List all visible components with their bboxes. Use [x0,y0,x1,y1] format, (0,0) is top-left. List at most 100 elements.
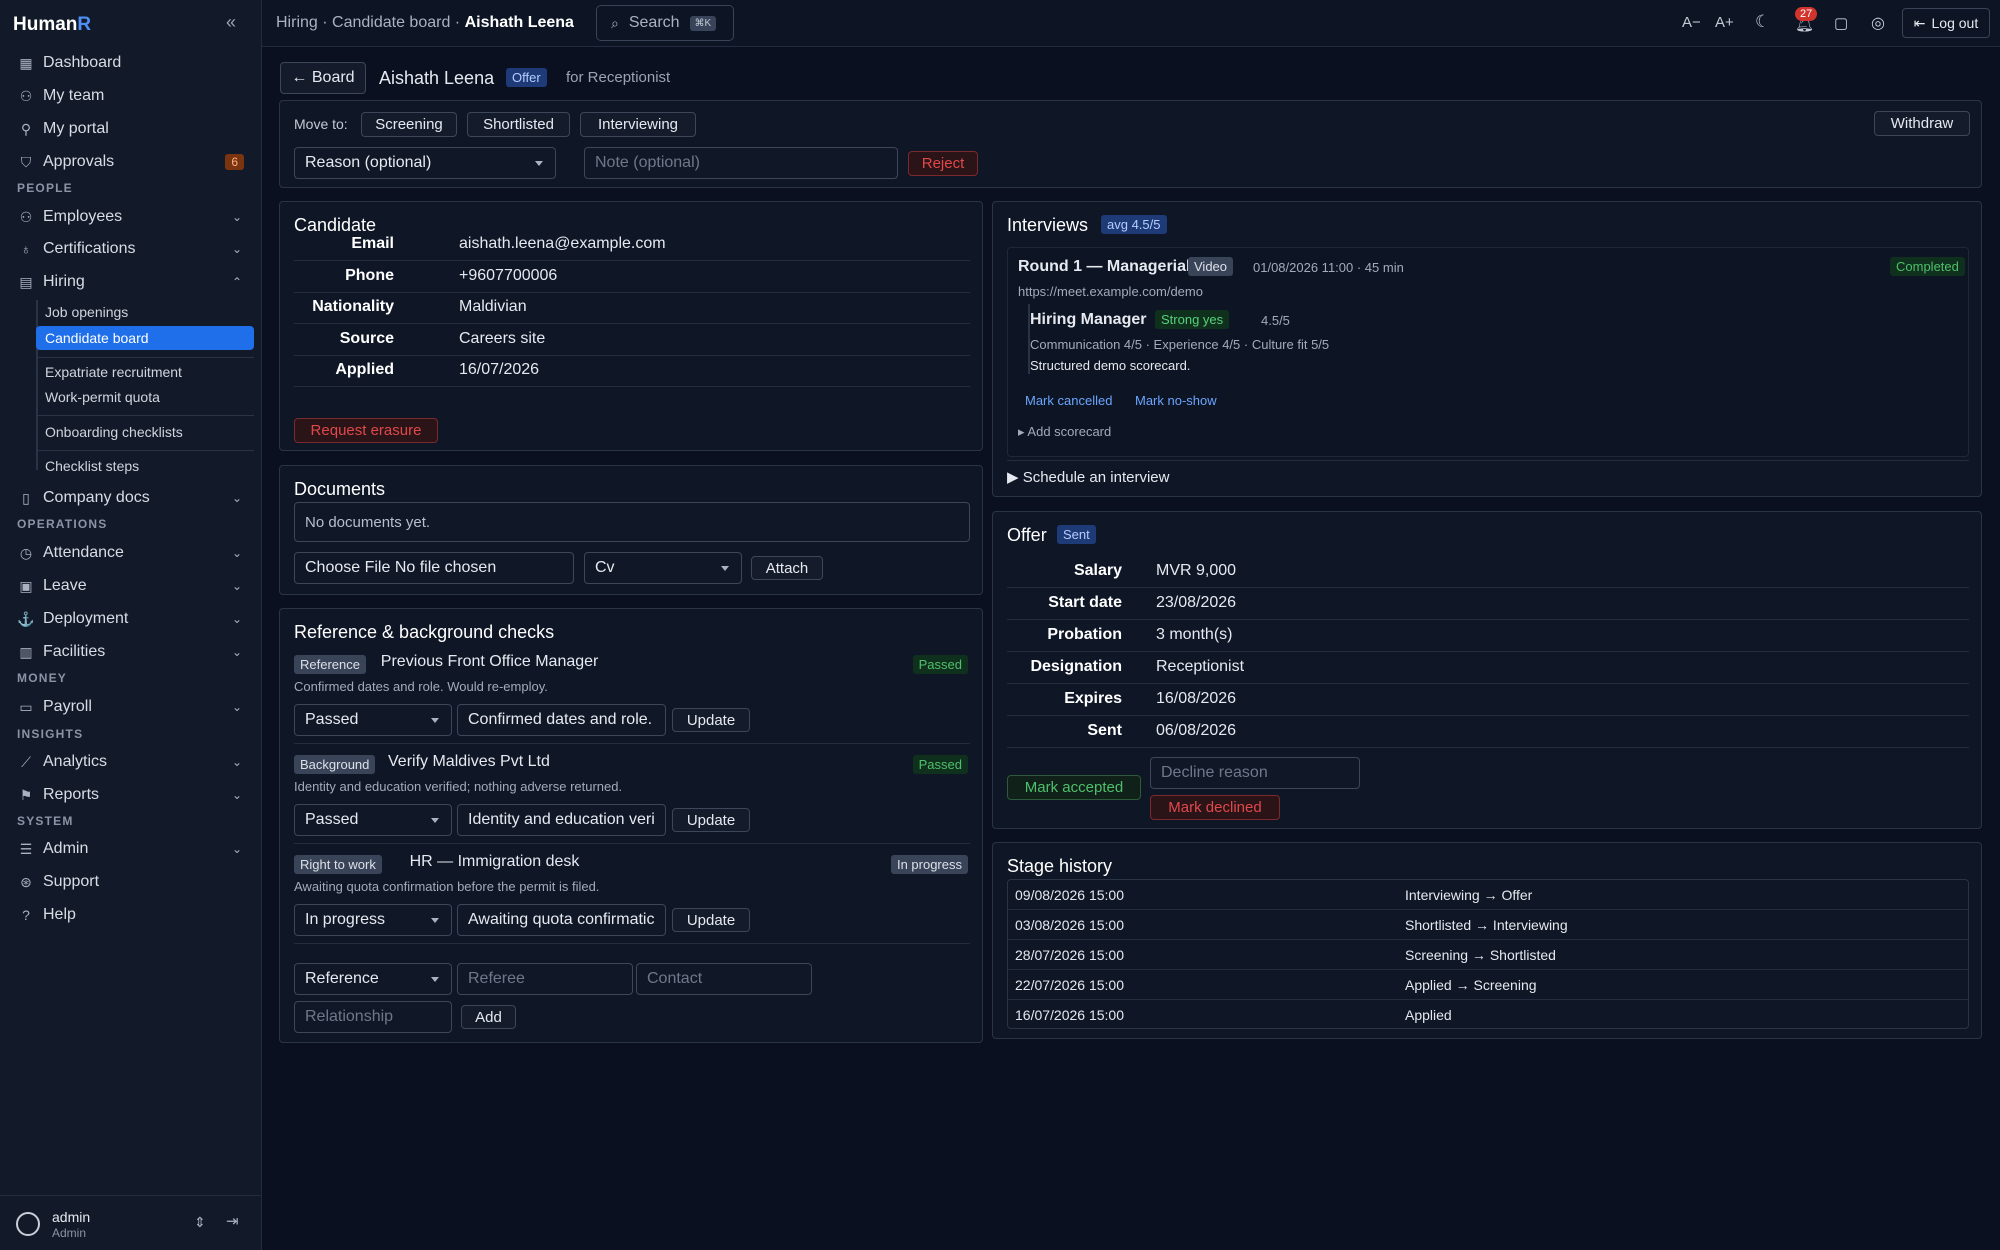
moon-icon[interactable]: ☾ [1755,12,1770,32]
reason-select[interactable]: Reason (optional) [294,147,556,179]
move-interviewing-button[interactable]: Interviewing [580,112,696,137]
move-screening-button[interactable]: Screening [361,112,457,137]
nav-expatriate-recruitment[interactable]: Expatriate recruitment [36,360,254,384]
nav-attendance[interactable]: ◷ Attendance ⌄ [0,537,262,569]
crumb-hiring[interactable]: Hiring [276,14,318,31]
contact-input[interactable]: Contact [636,963,812,995]
check-kind-badge: Reference [294,655,366,674]
add-scorecard-toggle[interactable]: ▸ Add scorecard [1018,424,1111,440]
history-change: Applied → Screening [1405,977,1537,993]
withdraw-button[interactable]: Withdraw [1874,111,1970,136]
history-when: 28/07/2026 15:00 [1015,947,1124,963]
candidate-title: Candidate [294,215,377,235]
check-summary-input[interactable]: Confirmed dates and role. [457,704,666,736]
search-button[interactable]: ⌕ Search ⌘K [596,5,734,41]
help-icon: ? [22,907,30,923]
logout-button[interactable]: ⇤ Log out [1902,8,1990,38]
note-input[interactable]: Note (optional) [584,147,898,179]
check-status-select[interactable]: Passed [294,804,452,836]
nav-help[interactable]: ? Help [0,899,262,931]
nav-reports[interactable]: ⚑ Reports ⌄ [0,779,262,811]
attach-button[interactable]: Attach [751,556,823,580]
offer-title: Offer [1007,525,1047,545]
document-type-select[interactable]: Cv [584,552,742,584]
team-icon: ⚇ [19,87,33,104]
collapse-sidebar-icon[interactable]: « [226,12,236,33]
nav-deployment[interactable]: ⚓ Deployment ⌄ [0,603,262,635]
nav-label: Support [43,873,100,890]
chart-line-icon: ⟋ [21,753,31,770]
nav-certifications[interactable]: ♁ Certifications ⌄ [0,233,262,265]
check-status-select[interactable]: Passed [294,704,452,736]
check-update-button[interactable]: Update [672,908,750,932]
chevron-down-icon: ⌄ [231,210,242,224]
nav-analytics[interactable]: ⟋ Analytics ⌄ [0,746,262,778]
nav-payroll[interactable]: ▭ Payroll ⌄ [0,691,262,723]
expand-icon[interactable]: ⇕ [194,1214,206,1231]
divider [294,260,970,261]
nav-admin[interactable]: ☰ Admin ⌄ [0,833,262,865]
mark-cancelled-link[interactable]: Mark cancelled [1025,393,1112,408]
history-row: 09/08/2026 15:00 Interviewing → Offer [1008,880,1968,910]
new-check-type-select[interactable]: Reference [294,963,452,995]
avatar[interactable] [16,1212,40,1236]
crumb-candidate-board[interactable]: Candidate board [332,14,450,31]
nav-approvals[interactable]: ⛉ Approvals 6 [0,146,262,178]
nav-onboarding-checklists[interactable]: Onboarding checklists [36,420,254,444]
offer-field-label: Probation [1047,626,1122,643]
sign-out-icon[interactable]: ⇥ [226,1212,239,1230]
search-icon: ⌕ [611,14,619,31]
nav-support[interactable]: ⊛ Support [0,866,262,898]
meeting-url[interactable]: https://meet.example.com/demo [1018,284,1203,299]
banknote-icon: ▭ [19,698,33,715]
users-icon: ⚇ [19,208,33,225]
nav-my-portal[interactable]: ⚲ My portal [0,113,262,145]
nav-checklist-steps[interactable]: Checklist steps [36,454,254,478]
check-update-button[interactable]: Update [672,808,750,832]
score-breakdown: Communication 4/5 · Experience 4/5 · Cul… [1030,337,1330,352]
message-icon[interactable]: ▢ [1834,14,1848,32]
nav-leave[interactable]: ▣ Leave ⌄ [0,570,262,602]
back-to-board-button[interactable]: ← Board [280,62,366,94]
request-erasure-button[interactable]: Request erasure [294,418,438,443]
nav-my-team[interactable]: ⚇ My team [0,80,262,112]
history-when: 16/07/2026 15:00 [1015,1007,1124,1023]
font-increase-button[interactable]: A+ [1715,14,1734,31]
schedule-interview-toggle[interactable]: ▶ Schedule an interview [1007,468,1169,486]
nav-company-docs[interactable]: ▯ Company docs ⌄ [0,482,262,514]
mark-declined-button[interactable]: Mark declined [1150,795,1280,820]
move-shortlisted-button[interactable]: Shortlisted [467,112,570,137]
font-decrease-button[interactable]: A− [1682,14,1701,31]
nav-label: Dashboard [43,54,122,71]
app-logo[interactable]: HumanR [13,14,91,36]
breadcrumb: Hiring · Candidate board · Aishath Leena [276,14,574,32]
flag-icon: ⚑ [19,786,33,803]
referee-input[interactable]: Referee [457,963,633,995]
nav-facilities[interactable]: ▥ Facilities ⌄ [0,636,262,668]
offer-field-value: 23/08/2026 [1156,594,1237,611]
divider [1007,619,1969,620]
file-input[interactable]: Choose File No file chosen [294,552,574,584]
history-change: Screening → Shortlisted [1405,947,1556,963]
nav-dashboard[interactable]: ▦ Dashboard [0,47,262,79]
reject-button[interactable]: Reject [908,151,978,176]
nav-job-openings[interactable]: Job openings [36,300,254,324]
nav-employees[interactable]: ⚇ Employees ⌄ [0,201,262,233]
chevron-down-icon: ⌄ [231,842,242,856]
nav-work-permit-quota[interactable]: Work-permit quota [36,385,254,409]
account-icon[interactable]: ◎ [1871,13,1885,33]
check-status-select[interactable]: In progress [294,904,452,936]
relationship-input[interactable]: Relationship [294,1001,452,1033]
mark-accepted-button[interactable]: Mark accepted [1007,775,1141,800]
add-check-button[interactable]: Add [461,1005,516,1029]
check-update-button[interactable]: Update [672,708,750,732]
decline-reason-input[interactable]: Decline reason [1150,757,1360,789]
nav-candidate-board[interactable]: Candidate board [36,326,254,350]
shield-icon: ⛉ [20,153,32,170]
nav-label: Facilities [43,643,106,660]
check-summary-input[interactable]: Awaiting quota confirmatic [457,904,666,936]
nav-hiring[interactable]: ▤ Hiring ⌃ [0,266,262,298]
user-box: admin Admin ⇕ ⇥ [0,1195,262,1250]
check-summary-input[interactable]: Identity and education veri [457,804,666,836]
mark-no-show-link[interactable]: Mark no-show [1135,393,1217,408]
